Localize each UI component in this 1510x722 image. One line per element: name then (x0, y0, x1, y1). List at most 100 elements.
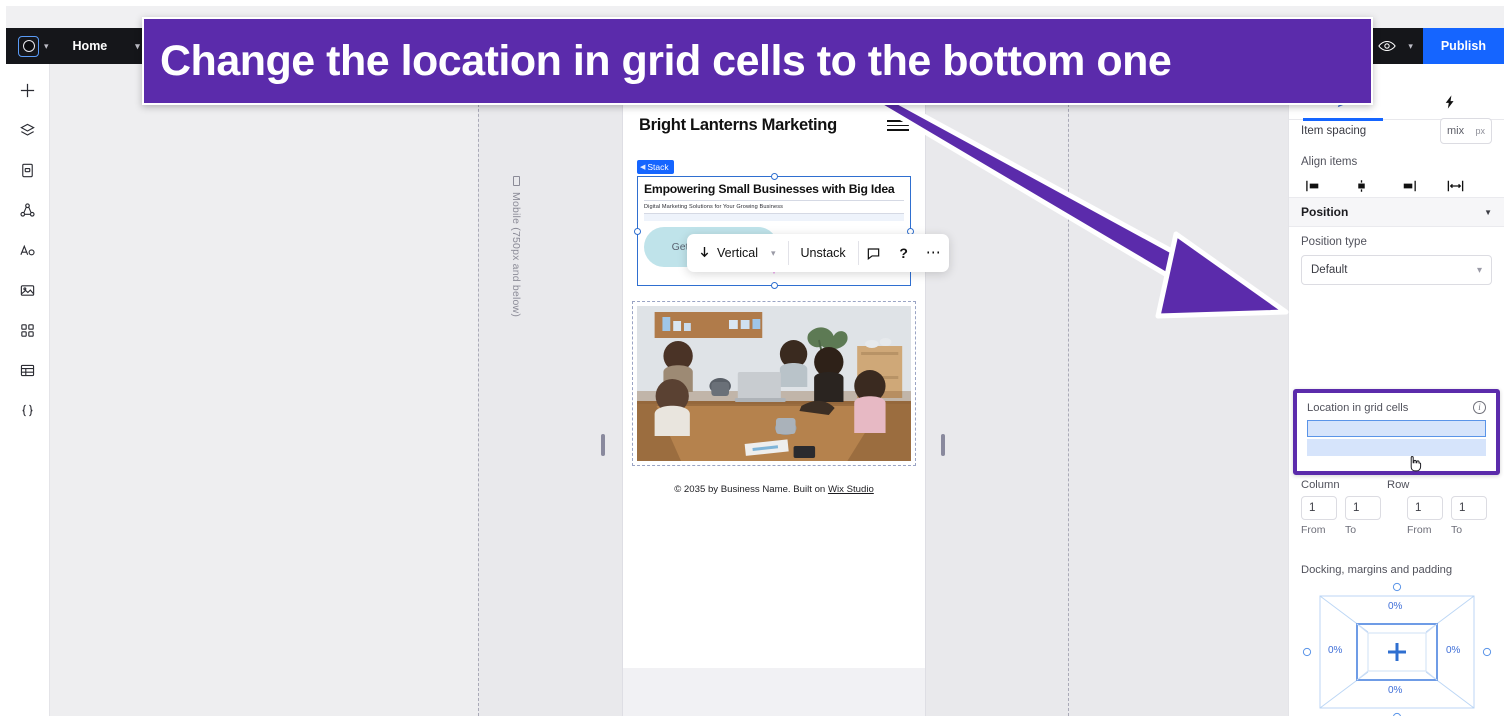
item-spacing-unit: px (1475, 126, 1485, 136)
dock-top-value[interactable]: 0% (1388, 601, 1402, 612)
row-label: Row (1387, 479, 1410, 491)
publish-button[interactable]: Publish (1422, 28, 1504, 64)
selection-label-stack[interactable]: ◀ Stack (637, 160, 674, 175)
resize-handle-left[interactable] (634, 227, 641, 235)
chevron-down-icon[interactable]: ▾ (1408, 41, 1413, 51)
column-to-label: To (1345, 524, 1357, 536)
breakpoint-divider-left (478, 64, 479, 716)
site-footer: © 2035 by Business Name. Built on Wix St… (623, 483, 925, 498)
column-row-headers: Column Row (1301, 479, 1493, 491)
footer-text: © 2035 by Business Name. Built on (674, 484, 828, 496)
grid-cell-bottom[interactable] (1307, 439, 1486, 456)
selection-label-text: Stack (647, 162, 669, 173)
column-row-inputs: 1 1 1 1 (1301, 496, 1493, 520)
column-from-label: From (1301, 524, 1326, 536)
arrow-down-icon (699, 246, 710, 261)
element-floating-toolbar[interactable]: Vertical ▾ Unstack ? ⋯ (687, 234, 949, 272)
canvas-outside-breakpoint (50, 64, 478, 716)
comment-bubble-icon[interactable] (859, 234, 889, 272)
row-from-label: From (1407, 524, 1432, 536)
breakpoint-divider-right (1068, 64, 1069, 716)
item-spacing-value: mix (1447, 125, 1465, 137)
chevron-down-icon[interactable]: ▾ (44, 41, 49, 51)
column-label: Column (1301, 479, 1340, 491)
dock-right-value[interactable]: 0% (1446, 645, 1460, 656)
unstack-button[interactable]: Unstack (789, 234, 858, 272)
resize-handle-top[interactable] (770, 173, 778, 181)
stack-direction-selector[interactable]: Vertical ▾ (687, 234, 788, 272)
wix-studio-link[interactable]: Wix Studio (828, 484, 874, 495)
preview-group[interactable]: ▾ (1370, 28, 1423, 64)
cms-table-icon[interactable] (12, 354, 44, 386)
site-title: Bright Lanterns Marketing (639, 116, 837, 134)
hero-image-block[interactable] (632, 301, 916, 467)
row-to-label: To (1451, 524, 1463, 536)
editor-logo-group[interactable]: ▾ (6, 35, 49, 57)
breakpoint-label: Mobile (750px and below) (510, 192, 522, 318)
canvas-resize-handle-right[interactable] (941, 434, 945, 456)
wix-studio-editor: ▾ Home ▾ ▾ Publish Mobile (750px and bel… (0, 0, 1510, 722)
site-page-preview[interactable]: Bright Lanterns Marketing ◀ Stack Empowe… (623, 102, 925, 716)
code-braces-icon[interactable] (12, 394, 44, 426)
hero-subheading: Digital Marketing Solutions for Your Gro… (644, 204, 783, 211)
page-menu-label: Home (72, 39, 108, 53)
docking-diagram[interactable]: 0% 0% 0% 0% (1302, 582, 1492, 716)
chevron-down-icon[interactable]: ▾ (771, 248, 776, 259)
apps-grid-icon[interactable] (12, 314, 44, 346)
pages-icon[interactable] (12, 154, 44, 186)
grid-cells-label: Location in grid cells (1307, 401, 1409, 414)
site-structure-icon[interactable] (12, 194, 44, 226)
pointer-hand-cursor-icon (1410, 456, 1422, 472)
column-row-controls: Column Row 1 1 1 1 From To From To (1289, 479, 1504, 536)
media-image-icon[interactable] (12, 274, 44, 306)
align-center-icon[interactable] (1352, 179, 1371, 193)
wix-studio-logo-icon[interactable] (18, 35, 39, 57)
dock-left-value[interactable]: 0% (1328, 645, 1342, 656)
align-items-label: Align items (1301, 156, 1358, 168)
unstack-label: Unstack (800, 246, 846, 260)
align-items-options (1289, 177, 1504, 197)
interactions-tab[interactable] (1397, 88, 1505, 120)
chevron-left-icon: ◀ (640, 164, 646, 172)
column-to-input[interactable]: 1 (1345, 496, 1381, 520)
layers-icon[interactable] (12, 114, 44, 146)
position-type-select[interactable]: Default ▾ (1301, 255, 1492, 285)
page-bottom-strip (623, 668, 925, 716)
grid-cell-top[interactable] (1307, 420, 1486, 437)
item-spacing-row: Item spacing mix px (1289, 118, 1504, 144)
row-from-input[interactable]: 1 (1407, 496, 1443, 520)
column-row-sublabels: From To From To (1301, 524, 1493, 536)
business-team-meeting-photo[interactable] (637, 306, 911, 462)
editor-canvas[interactable]: Mobile (750px and below) Bright Lanterns… (50, 64, 1288, 716)
location-in-grid-cells-block[interactable]: Location in grid cells i (1293, 389, 1500, 475)
triangle-down-icon[interactable]: ▼ (1484, 208, 1492, 217)
properties-panel: ction > Stack Item spacing (1288, 64, 1504, 716)
text-style-icon[interactable] (12, 234, 44, 266)
align-stretch-icon[interactable] (1446, 179, 1465, 193)
resize-handle-bottom[interactable] (770, 282, 778, 290)
annotation-text: Change the location in grid cells to the… (160, 36, 1172, 85)
position-type-row: Position type Default ▾ (1289, 227, 1504, 294)
dock-bottom-value[interactable]: 0% (1388, 685, 1402, 696)
eye-icon[interactable] (1370, 28, 1404, 64)
row-to-input[interactable]: 1 (1451, 496, 1487, 520)
plus-add-icon[interactable] (12, 74, 44, 106)
more-horizontal-icon[interactable]: ⋯ (919, 234, 949, 272)
question-mark-icon[interactable]: ? (889, 234, 919, 272)
align-left-icon[interactable] (1305, 179, 1324, 193)
hamburger-menu-icon[interactable] (887, 116, 909, 131)
position-section-header[interactable]: Position ▼ (1289, 197, 1504, 227)
grid-cells-picker[interactable] (1297, 414, 1496, 456)
column-from-input[interactable]: 1 (1301, 496, 1337, 520)
breakpoint-label-group: Mobile (750px and below) (510, 176, 522, 317)
info-circle-icon[interactable]: i (1473, 401, 1486, 414)
hero-heading: Empowering Small Businesses with Big Ide… (644, 182, 895, 197)
item-spacing-input[interactable]: mix px (1440, 118, 1492, 144)
chevron-down-icon[interactable]: ▾ (135, 41, 140, 51)
site-header: Bright Lanterns Marketing (623, 102, 925, 138)
annotation-banner: Change the location in grid cells to the… (142, 17, 1373, 105)
align-right-icon[interactable] (1399, 179, 1418, 193)
item-spacing-label: Item spacing (1301, 125, 1367, 137)
page-selector[interactable]: Home ▾ (73, 39, 140, 53)
canvas-resize-handle-left[interactable] (601, 434, 605, 456)
